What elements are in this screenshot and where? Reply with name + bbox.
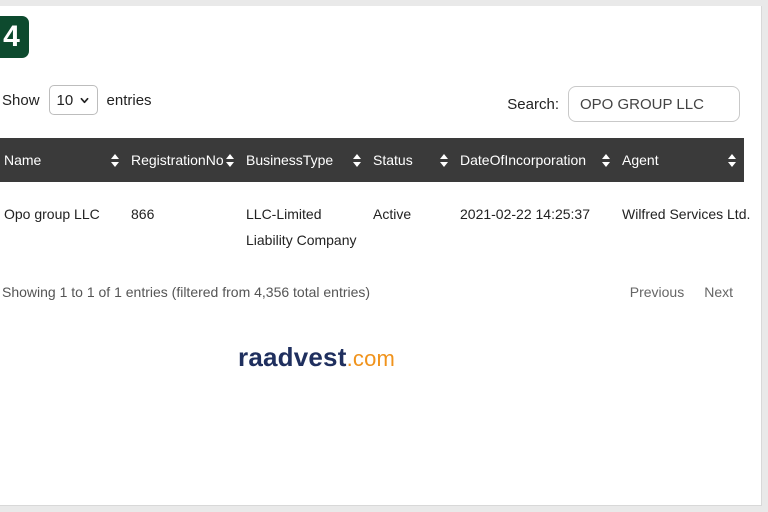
table-row[interactable]: Opo group LLC 866 LLC-Limited Liability …: [0, 182, 751, 253]
entries-per-page-value: 10: [56, 91, 74, 109]
column-header-date-of-incorporation[interactable]: DateOfIncorporation: [456, 138, 618, 182]
cell-business-type: LLC-Limited Liability Company: [246, 206, 357, 248]
sort-icon: [226, 153, 234, 167]
column-header-business-type[interactable]: BusinessType: [242, 138, 369, 182]
sort-icon: [353, 153, 361, 167]
brand-suffix: .com: [346, 346, 396, 371]
sort-icon: [440, 153, 448, 167]
column-header-registration-no[interactable]: RegistrationNo: [127, 138, 242, 182]
table-body: Opo group LLC 866 LLC-Limited Liability …: [0, 182, 751, 253]
step-badge-number: 4: [3, 20, 20, 53]
next-page-button[interactable]: Next: [704, 284, 733, 300]
step-badge: 4: [0, 16, 29, 58]
cell-name: Opo group LLC: [4, 206, 100, 222]
cell-agent: Wilfred Services Ltd.: [622, 206, 751, 222]
pagination: Previous Next: [630, 284, 733, 300]
column-header-status[interactable]: Status: [369, 138, 456, 182]
sort-icon: [602, 153, 610, 167]
chevron-down-icon: [80, 97, 89, 103]
previous-page-button[interactable]: Previous: [630, 284, 684, 300]
column-header-label: RegistrationNo: [131, 152, 224, 168]
column-header-label: Name: [4, 152, 42, 168]
entries-length-control: Show 10 entries: [2, 85, 152, 115]
sort-icon: [728, 153, 736, 167]
show-label: Show: [2, 91, 40, 109]
search-control: Search: OPO GROUP LLC: [507, 86, 740, 122]
column-header-agent[interactable]: Agent: [618, 138, 744, 182]
column-header-label: Status: [373, 152, 413, 168]
entries-per-page-select[interactable]: 10: [48, 85, 98, 115]
search-input[interactable]: OPO GROUP LLC: [568, 86, 740, 122]
brand-logo: raadvest.com: [238, 342, 395, 373]
results-panel: 4 Show 10 entries Search: OPO GROUP LLC …: [0, 6, 762, 506]
table-info: Showing 1 to 1 of 1 entries (filtered fr…: [2, 284, 371, 300]
brand-name: raadvest: [238, 342, 347, 372]
column-header-label: BusinessType: [246, 152, 334, 168]
cell-status: Active: [373, 206, 412, 222]
sort-icon: [111, 153, 119, 167]
cell-registration-no: 866: [131, 206, 155, 222]
cell-date-of-incorporation: 2021-02-22 14:25:37: [460, 206, 590, 222]
column-header-name[interactable]: Name: [0, 138, 127, 182]
table-header-row: Name RegistrationNo BusinessType Status …: [0, 138, 744, 182]
column-header-label: Agent: [622, 152, 659, 168]
column-header-label: DateOfIncorporation: [460, 152, 587, 168]
entries-label: entries: [106, 91, 152, 109]
results-table: Name RegistrationNo BusinessType Status …: [0, 138, 751, 253]
search-label: Search:: [507, 95, 559, 113]
